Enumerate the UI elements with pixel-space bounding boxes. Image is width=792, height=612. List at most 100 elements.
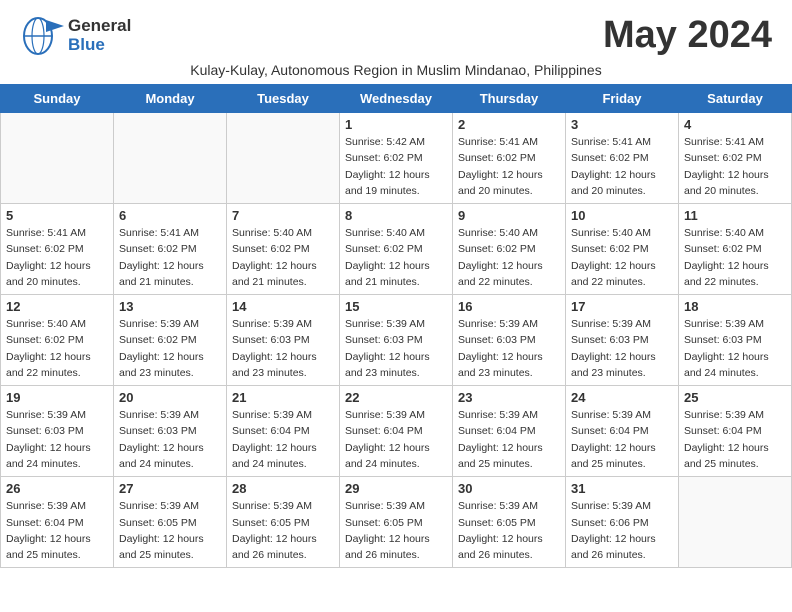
calendar-cell: 11Sunrise: 5:40 AMSunset: 6:02 PMDayligh… <box>679 204 792 295</box>
cell-info-line: Sunset: 6:06 PM <box>571 515 673 531</box>
cell-info-line: Daylight: 12 hours <box>684 258 786 274</box>
day-number: 24 <box>571 390 673 405</box>
cell-info-line: Sunset: 6:04 PM <box>571 423 673 439</box>
cell-info-line: Sunset: 6:02 PM <box>6 332 108 348</box>
cell-info-line: Daylight: 12 hours <box>119 440 221 456</box>
cell-info-line: Daylight: 12 hours <box>571 258 673 274</box>
cell-info-line: Daylight: 12 hours <box>345 440 447 456</box>
calendar-cell: 9Sunrise: 5:40 AMSunset: 6:02 PMDaylight… <box>453 204 566 295</box>
cell-info-line: and 24 minutes. <box>684 365 786 381</box>
cell-info-line: Sunrise: 5:39 AM <box>232 316 334 332</box>
cell-info-line: Sunrise: 5:40 AM <box>345 225 447 241</box>
day-number: 12 <box>6 299 108 314</box>
calendar-cell <box>227 113 340 204</box>
cell-info-line: and 21 minutes. <box>232 274 334 290</box>
month-title: May 2024 <box>603 14 772 57</box>
day-header-sunday: Sunday <box>1 85 114 113</box>
calendar-table: SundayMondayTuesdayWednesdayThursdayFrid… <box>0 84 792 568</box>
cell-info-line: Sunset: 6:03 PM <box>571 332 673 348</box>
calendar-week-row: 5Sunrise: 5:41 AMSunset: 6:02 PMDaylight… <box>1 204 792 295</box>
cell-info-line: Sunrise: 5:39 AM <box>232 407 334 423</box>
cell-info-line: and 25 minutes. <box>119 547 221 563</box>
cell-info-line: Sunset: 6:03 PM <box>6 423 108 439</box>
cell-info-line: Daylight: 12 hours <box>345 258 447 274</box>
day-number: 13 <box>119 299 221 314</box>
cell-info-line: Sunset: 6:02 PM <box>458 150 560 166</box>
day-number: 2 <box>458 117 560 132</box>
cell-info-line: Sunrise: 5:39 AM <box>119 316 221 332</box>
calendar-cell: 5Sunrise: 5:41 AMSunset: 6:02 PMDaylight… <box>1 204 114 295</box>
day-number: 29 <box>345 481 447 496</box>
day-number: 1 <box>345 117 447 132</box>
logo-general: General <box>68 17 131 36</box>
day-number: 28 <box>232 481 334 496</box>
calendar-cell: 4Sunrise: 5:41 AMSunset: 6:02 PMDaylight… <box>679 113 792 204</box>
cell-info-line: Sunset: 6:02 PM <box>232 241 334 257</box>
cell-info-line: Daylight: 12 hours <box>232 440 334 456</box>
cell-info-line: Sunset: 6:05 PM <box>232 515 334 531</box>
cell-info-line: Daylight: 12 hours <box>345 167 447 183</box>
cell-info-line: Daylight: 12 hours <box>6 531 108 547</box>
calendar-cell: 21Sunrise: 5:39 AMSunset: 6:04 PMDayligh… <box>227 386 340 477</box>
cell-info-line: Daylight: 12 hours <box>232 349 334 365</box>
day-number: 17 <box>571 299 673 314</box>
day-number: 9 <box>458 208 560 223</box>
cell-info-line: Sunset: 6:04 PM <box>232 423 334 439</box>
calendar-cell: 16Sunrise: 5:39 AMSunset: 6:03 PMDayligh… <box>453 295 566 386</box>
calendar-cell: 8Sunrise: 5:40 AMSunset: 6:02 PMDaylight… <box>340 204 453 295</box>
cell-info-line: Daylight: 12 hours <box>232 531 334 547</box>
cell-info-line: Daylight: 12 hours <box>571 531 673 547</box>
cell-info-line: and 23 minutes. <box>345 365 447 381</box>
cell-info-line: Sunrise: 5:39 AM <box>345 407 447 423</box>
cell-info-line: Daylight: 12 hours <box>232 258 334 274</box>
cell-info-line: Sunrise: 5:39 AM <box>119 407 221 423</box>
cell-info-line: Sunrise: 5:39 AM <box>6 498 108 514</box>
cell-info-line: and 23 minutes. <box>571 365 673 381</box>
cell-info-line: and 22 minutes. <box>6 365 108 381</box>
cell-info-line: and 26 minutes. <box>571 547 673 563</box>
day-header-thursday: Thursday <box>453 85 566 113</box>
calendar-cell: 2Sunrise: 5:41 AMSunset: 6:02 PMDaylight… <box>453 113 566 204</box>
cell-info-line: and 25 minutes. <box>6 547 108 563</box>
calendar-cell: 12Sunrise: 5:40 AMSunset: 6:02 PMDayligh… <box>1 295 114 386</box>
day-number: 20 <box>119 390 221 405</box>
cell-info-line: and 25 minutes. <box>571 456 673 472</box>
day-header-wednesday: Wednesday <box>340 85 453 113</box>
cell-info-line: Sunrise: 5:39 AM <box>232 498 334 514</box>
calendar-cell: 10Sunrise: 5:40 AMSunset: 6:02 PMDayligh… <box>566 204 679 295</box>
cell-info-line: and 22 minutes. <box>684 274 786 290</box>
day-number: 22 <box>345 390 447 405</box>
calendar-cell <box>1 113 114 204</box>
cell-info-line: Sunrise: 5:41 AM <box>458 134 560 150</box>
cell-info-line: and 24 minutes. <box>6 456 108 472</box>
calendar-cell: 25Sunrise: 5:39 AMSunset: 6:04 PMDayligh… <box>679 386 792 477</box>
cell-info-line: Sunset: 6:03 PM <box>345 332 447 348</box>
calendar-cell: 31Sunrise: 5:39 AMSunset: 6:06 PMDayligh… <box>566 477 679 568</box>
cell-info-line: Sunrise: 5:39 AM <box>345 316 447 332</box>
cell-info-line: Sunrise: 5:39 AM <box>684 407 786 423</box>
calendar-cell: 24Sunrise: 5:39 AMSunset: 6:04 PMDayligh… <box>566 386 679 477</box>
cell-info-line: Sunset: 6:05 PM <box>119 515 221 531</box>
cell-info-line: Sunset: 6:03 PM <box>119 423 221 439</box>
cell-info-line: Daylight: 12 hours <box>571 440 673 456</box>
calendar-cell: 15Sunrise: 5:39 AMSunset: 6:03 PMDayligh… <box>340 295 453 386</box>
cell-info-line: and 24 minutes. <box>119 456 221 472</box>
cell-info-line: Sunset: 6:02 PM <box>6 241 108 257</box>
cell-info-line: Daylight: 12 hours <box>6 349 108 365</box>
cell-info-line: Sunrise: 5:39 AM <box>345 498 447 514</box>
calendar-cell: 30Sunrise: 5:39 AMSunset: 6:05 PMDayligh… <box>453 477 566 568</box>
cell-info-line: and 25 minutes. <box>684 456 786 472</box>
day-number: 8 <box>345 208 447 223</box>
cell-info-line: Sunset: 6:02 PM <box>571 241 673 257</box>
cell-info-line: Sunrise: 5:39 AM <box>571 316 673 332</box>
cell-info-line: Sunset: 6:02 PM <box>119 241 221 257</box>
cell-info-line: Sunset: 6:02 PM <box>684 241 786 257</box>
cell-info-line: Daylight: 12 hours <box>571 349 673 365</box>
calendar-cell: 22Sunrise: 5:39 AMSunset: 6:04 PMDayligh… <box>340 386 453 477</box>
calendar-cell: 3Sunrise: 5:41 AMSunset: 6:02 PMDaylight… <box>566 113 679 204</box>
day-number: 16 <box>458 299 560 314</box>
page-title: May 2024 <box>603 14 772 57</box>
cell-info-line: Daylight: 12 hours <box>119 349 221 365</box>
cell-info-line: Daylight: 12 hours <box>684 167 786 183</box>
cell-info-line: and 20 minutes. <box>684 183 786 199</box>
